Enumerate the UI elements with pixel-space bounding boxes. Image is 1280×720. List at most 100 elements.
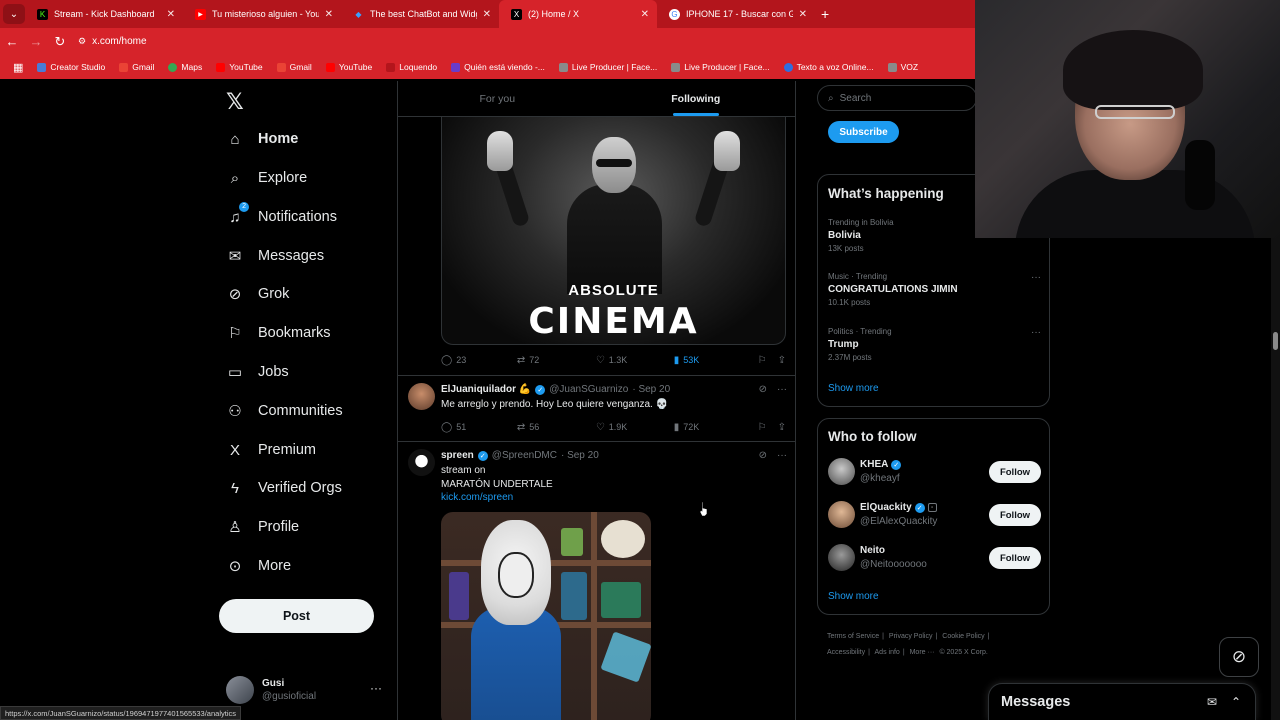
like-button[interactable]: ♡ 1.9K	[596, 422, 674, 433]
grok-explain-icon[interactable]: ⊘	[759, 450, 767, 461]
nav-explore[interactable]: ⌕ Explore	[226, 166, 307, 190]
url-field[interactable]: ⚙ x.com/home	[78, 32, 147, 52]
views-button[interactable]: ▮ 53K	[674, 355, 758, 366]
repost-button[interactable]: ⇄ 56	[517, 422, 596, 433]
post-author-name[interactable]: spreen	[441, 450, 474, 461]
bookmark-live-producer[interactable]: Live Producer | Face...	[552, 62, 664, 72]
nav-jobs[interactable]: ▭ Jobs	[226, 360, 289, 384]
follow-button[interactable]: Follow	[989, 461, 1041, 483]
nav-verified-orgs[interactable]: ϟ Verified Orgs	[226, 476, 342, 500]
follow-button[interactable]: Follow	[989, 547, 1041, 569]
bookmark-creator-studio[interactable]: Creator Studio	[30, 62, 112, 72]
post-media-image[interactable]: ABSOLUTE CINEMA	[441, 117, 786, 345]
follow-suggestion[interactable]: ElQuackity ✓ ▫ @ElAlexQuackity Follow	[828, 500, 1041, 530]
tab-for-you[interactable]: For you	[398, 81, 597, 116]
follow-suggestion[interactable]: KHEA ✓ @kheayf Follow	[828, 457, 1041, 487]
bookmark-live-producer-2[interactable]: Live Producer | Face...	[664, 62, 776, 72]
post-author-handle[interactable]: @SpreenDMC	[492, 450, 557, 461]
footer-link[interactable]: Cookie Policy	[942, 633, 984, 640]
bookmark-voz[interactable]: VOZ	[881, 62, 925, 72]
bookmark-maps[interactable]: Maps	[161, 62, 209, 72]
post-author-name[interactable]: ElJuaniquilador 💪	[441, 384, 531, 395]
tab-search-chevron-icon[interactable]: ⌄	[3, 4, 25, 24]
like-button[interactable]: ♡ 1.3K	[596, 355, 674, 366]
grok-floating-button[interactable]: ⊘	[1219, 637, 1259, 677]
bookmark-texto-a-voz[interactable]: Texto a voz Online...	[777, 62, 881, 72]
nav-notifications[interactable]: ♫ 2 Notifications	[226, 202, 337, 229]
reply-button[interactable]: ◯ 23	[441, 355, 517, 366]
bookmark-gmail[interactable]: Gmail	[112, 62, 161, 72]
nav-bookmarks[interactable]: ⚐ Bookmarks	[226, 321, 330, 345]
follow-button[interactable]: Follow	[989, 504, 1041, 526]
footer-link[interactable]: More ···	[910, 649, 935, 656]
tab-following[interactable]: Following	[597, 81, 796, 116]
nav-profile[interactable]: ♙ Profile	[226, 515, 299, 539]
more-dots-icon[interactable]: ···	[777, 450, 787, 461]
back-arrow-icon[interactable]: ←	[0, 34, 24, 49]
post-date[interactable]: · Sep 20	[561, 450, 599, 461]
bookmark-youtube-2[interactable]: YouTube	[319, 62, 379, 72]
more-dots-icon[interactable]: ···	[1031, 327, 1041, 338]
bookmark-button[interactable]: ⚐	[758, 355, 778, 366]
page-scrollbar[interactable]	[1271, 238, 1280, 720]
scrollbar-thumb[interactable]	[1273, 332, 1278, 350]
post-date[interactable]: · Sep 20	[632, 384, 670, 395]
expand-chevron-up-icon[interactable]: ⌃	[1231, 695, 1241, 709]
subscribe-button[interactable]: Subscribe	[828, 121, 899, 143]
new-message-icon[interactable]: ✉	[1207, 695, 1217, 709]
follow-suggestion[interactable]: Neito @Neitooooooo Follow	[828, 543, 1041, 573]
nav-grok[interactable]: ⊘ Grok	[226, 282, 290, 306]
nav-communities[interactable]: ⚇ Communities	[226, 399, 342, 423]
post-eljuaniquilador[interactable]: ElJuaniquilador 💪 ✓ @JuanSGuarnizo · Sep…	[398, 375, 795, 441]
nav-more[interactable]: ⊙ More	[226, 554, 291, 578]
repost-button[interactable]: ⇄ 72	[517, 355, 596, 366]
grok-explain-icon[interactable]: ⊘	[759, 384, 767, 395]
site-settings-icon[interactable]: ⚙	[78, 36, 86, 47]
forward-arrow-icon[interactable]: →	[24, 34, 48, 49]
avatar[interactable]	[828, 544, 855, 571]
tab-close-icon[interactable]: ✕	[641, 9, 649, 20]
footer-link[interactable]: Ads info	[875, 649, 900, 656]
avatar[interactable]	[828, 501, 855, 528]
bookmark-quien-esta-viendo[interactable]: Quién está viendo -...	[444, 62, 552, 72]
post-link[interactable]: kick.com/spreen	[441, 491, 553, 505]
share-button[interactable]: ⇪	[778, 422, 786, 433]
tab-close-icon[interactable]: ✕	[167, 9, 175, 20]
reply-button[interactable]: ◯ 51	[441, 422, 517, 433]
footer-link[interactable]: Privacy Policy	[889, 633, 933, 640]
views-button[interactable]: ▮ 72K	[674, 422, 758, 433]
trend-item[interactable]: Music · Trending CONGRATULATIONS JIMIN 1…	[828, 272, 1041, 307]
show-more-link[interactable]: Show more	[828, 591, 879, 602]
browser-tab-google[interactable]: G IPHONE 17 - Buscar con Google ✕	[657, 0, 815, 28]
nav-premium[interactable]: X Premium	[226, 438, 316, 462]
post-media-image[interactable]	[441, 512, 651, 720]
bookmark-youtube[interactable]: YouTube	[209, 62, 269, 72]
nav-messages[interactable]: ✉ Messages	[226, 244, 324, 268]
browser-tab-x-home[interactable]: X (2) Home / X ✕	[499, 0, 657, 28]
avatar[interactable]	[408, 449, 435, 476]
apps-grid-icon[interactable]: ▦	[6, 61, 30, 74]
footer-link[interactable]: Terms of Service	[827, 633, 879, 640]
post-author-handle[interactable]: @JuanSGuarnizo	[549, 384, 628, 395]
more-dots-icon[interactable]: ···	[1031, 272, 1041, 283]
trend-item[interactable]: Politics · Trending Trump 2.37M posts ··…	[828, 327, 1041, 362]
bookmark-gmail-2[interactable]: Gmail	[270, 62, 319, 72]
more-dots-icon[interactable]: ···	[777, 384, 787, 395]
post-button[interactable]: Post	[219, 599, 374, 633]
bookmark-loquendo[interactable]: Loquendo	[379, 62, 444, 72]
browser-tab-kick[interactable]: K Stream - Kick Dashboard ✕	[25, 0, 183, 28]
footer-link[interactable]: Accessibility	[827, 649, 865, 656]
avatar[interactable]	[828, 458, 855, 485]
tab-close-icon[interactable]: ✕	[483, 9, 491, 20]
reload-icon[interactable]: ↻	[48, 34, 72, 50]
show-more-link[interactable]: Show more	[828, 383, 879, 394]
search-input[interactable]: ⌕ Search	[817, 85, 977, 111]
account-switcher[interactable]: Gusi @gusioficial ···	[226, 675, 386, 705]
share-button[interactable]: ⇪	[778, 355, 786, 366]
messages-drawer[interactable]: Messages ✉ ⌃	[988, 683, 1256, 720]
new-tab-plus-icon[interactable]: +	[821, 6, 829, 22]
browser-tab-youtube[interactable]: ▶ Tu misterioso alguien - YouTube ✕	[183, 0, 341, 28]
avatar[interactable]	[408, 383, 435, 410]
nav-home[interactable]: ⌂ Home	[226, 127, 298, 151]
browser-tab-chatbot[interactable]: ◆ The best ChatBot and Widgets ✕	[341, 0, 499, 28]
